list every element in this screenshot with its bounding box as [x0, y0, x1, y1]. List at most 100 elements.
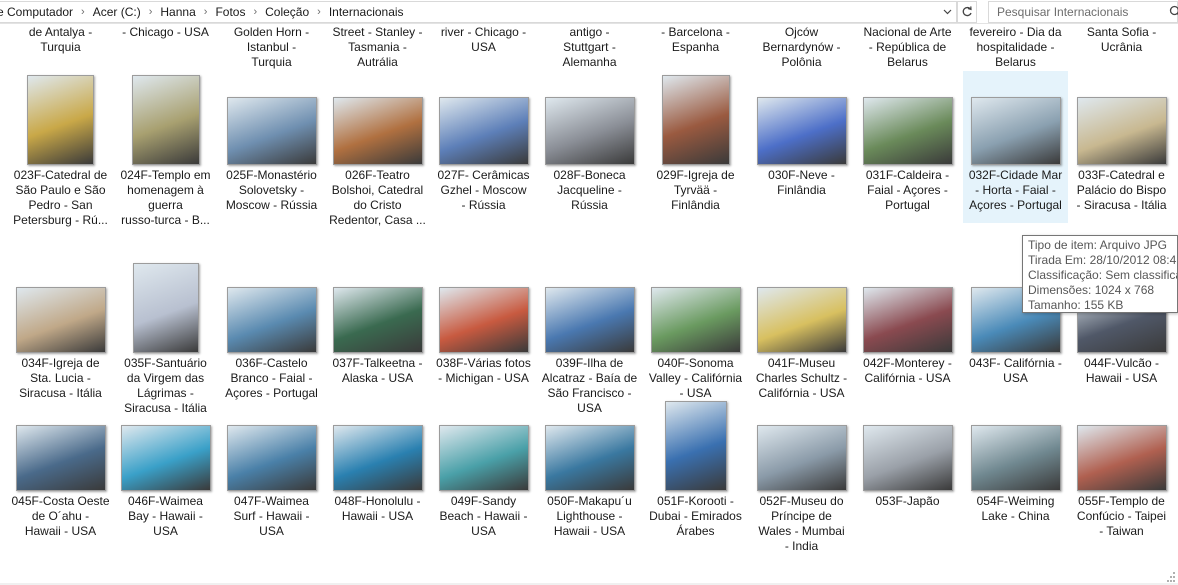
- image-thumbnail[interactable]: [226, 287, 317, 353]
- tooltip-line: Classificação: Sem classificação: [1028, 268, 1177, 282]
- image-thumbnail[interactable]: [862, 425, 953, 491]
- file-item[interactable]: 042F-Monterey - Califórnia - USA: [855, 259, 960, 385]
- file-item-caption[interactable]: river - Chicago - USA: [431, 25, 536, 55]
- image-thumbnail[interactable]: [226, 425, 317, 491]
- image-thumbnail[interactable]: [332, 287, 423, 353]
- file-item-caption[interactable]: antigo - Stuttgart - Alemanha: [537, 25, 642, 70]
- file-item[interactable]: 024F-Templo em homenagem à guerra russo-…: [113, 71, 218, 238]
- image-thumbnail[interactable]: [970, 97, 1061, 165]
- file-item[interactable]: 047F-Waimea Surf - Hawaii - USA: [219, 397, 324, 547]
- file-item-caption: 047F-Waimea Surf - Hawaii - USA: [233, 494, 310, 538]
- image-thumbnail[interactable]: [862, 97, 953, 165]
- image-thumbnail[interactable]: [438, 287, 529, 353]
- image-thumbnail[interactable]: [332, 425, 423, 491]
- image-thumbnail[interactable]: [862, 287, 953, 353]
- file-item[interactable]: 034F-Igreja de Sta. Lucia - Siracusa - I…: [8, 259, 113, 400]
- file-item[interactable]: 032F-Cidade Mar - Horta - Faial - Açores…: [963, 71, 1068, 223]
- breadcrumb-item[interactable]: Hanna: [154, 5, 201, 19]
- file-item-caption[interactable]: fevereiro - Dia da hospitalidade - Belar…: [963, 25, 1068, 70]
- image-thumbnail[interactable]: [756, 287, 847, 353]
- image-thumbnail[interactable]: [1076, 97, 1167, 165]
- image-thumbnail[interactable]: [544, 97, 635, 165]
- address-dropdown-button[interactable]: [938, 1, 957, 23]
- breadcrumb-separator-icon[interactable]: ›: [147, 6, 155, 18]
- address-bar[interactable]: e Computador › Acer (C:) › Hanna › Fotos…: [0, 1, 958, 23]
- file-item[interactable]: 033F-Catedral e Palácio do Bispo - Sirac…: [1069, 71, 1174, 223]
- image-thumbnail[interactable]: [544, 425, 635, 491]
- file-item[interactable]: 037F-Talkeetna - Alaska - USA: [325, 259, 430, 385]
- file-item[interactable]: 041F-Museu Charles Schultz - Califórnia …: [749, 259, 854, 400]
- file-item-caption[interactable]: - Barcelona - Espanha: [643, 25, 748, 55]
- breadcrumb-item[interactable]: Internacionais: [323, 5, 410, 19]
- image-thumbnail[interactable]: [664, 401, 727, 491]
- file-item[interactable]: 055F-Templo de Confúcio - Taipei - Taiwa…: [1069, 397, 1174, 547]
- search-box[interactable]: [988, 1, 1178, 23]
- image-thumbnail[interactable]: [27, 75, 94, 165]
- image-thumbnail[interactable]: [226, 97, 317, 165]
- breadcrumb-separator-icon[interactable]: ›: [79, 6, 87, 18]
- file-item[interactable]: 052F-Museu do Príncipe de Wales - Mumbai…: [749, 397, 854, 562]
- file-item[interactable]: 040F-Sonoma Valley - Califórnia - USA: [643, 259, 748, 400]
- file-item-caption: 049F-Sandy Beach - Hawaii - USA: [439, 494, 528, 538]
- file-item[interactable]: 054F-Weiming Lake - China: [963, 397, 1068, 532]
- file-item-caption[interactable]: Golden Horn - Istanbul - Turquia: [219, 25, 324, 70]
- image-thumbnail[interactable]: [438, 425, 529, 491]
- breadcrumb-item[interactable]: Acer (C:): [87, 5, 147, 19]
- file-item[interactable]: 036F-Castelo Branco - Faial - Açores - P…: [219, 259, 324, 400]
- file-item[interactable]: 051F-Korooti - Dubai - Emirados Árabes: [643, 397, 748, 547]
- breadcrumb-separator-icon[interactable]: ›: [202, 6, 210, 18]
- image-thumbnail[interactable]: [1076, 425, 1167, 491]
- breadcrumb-item[interactable]: Fotos: [209, 5, 251, 19]
- file-item[interactable]: 030F-Neve - Finlândia: [749, 71, 854, 208]
- file-item[interactable]: 026F-Teatro Bolshoi, Catedral do Cristo …: [325, 71, 430, 238]
- image-thumbnail[interactable]: [756, 425, 847, 491]
- breadcrumb-item[interactable]: e Computador: [0, 5, 79, 19]
- file-item[interactable]: 048F-Honolulu - Hawaii - USA: [325, 397, 430, 532]
- refresh-icon: [962, 6, 972, 17]
- image-thumbnail[interactable]: [756, 97, 847, 165]
- file-grid[interactable]: de Antalya - Turquia - Chicago - USA Golde…: [0, 25, 1178, 585]
- file-item-caption[interactable]: - Chicago - USA: [113, 25, 218, 40]
- image-thumbnail[interactable]: [132, 263, 199, 353]
- breadcrumb-separator-icon[interactable]: ›: [315, 6, 323, 18]
- file-item[interactable]: 050F-Makapu´u Lighthouse - Hawaii - USA: [537, 397, 642, 547]
- image-thumbnail[interactable]: [650, 287, 741, 353]
- file-item[interactable]: 027F- Cerâmicas Gzhel - Moscow - Rússia: [431, 71, 536, 223]
- file-item[interactable]: 049F-Sandy Beach - Hawaii - USA: [431, 397, 536, 547]
- file-item[interactable]: 023F-Catedral de São Paulo e São Pedro -…: [8, 71, 113, 238]
- resize-grip-icon[interactable]: [1160, 571, 1176, 583]
- file-item-caption[interactable]: Santa Sofia - Ucrânia: [1069, 25, 1174, 55]
- file-item-caption[interactable]: Street - Stanley - Tasmania - Autrália: [325, 25, 430, 70]
- refresh-button[interactable]: [958, 1, 977, 23]
- file-item[interactable]: 039F-Ilha de Alcatraz - Baía de São Fran…: [537, 259, 642, 415]
- file-item-caption[interactable]: Ojców Bernardynów - Polônia: [749, 25, 854, 70]
- image-thumbnail[interactable]: [438, 97, 529, 165]
- breadcrumb-separator-icon[interactable]: ›: [251, 6, 259, 18]
- file-item[interactable]: 031F-Caldeira - Faial - Açores - Portuga…: [855, 71, 960, 223]
- file-item-caption[interactable]: Nacional de Arte - República de Belarus: [855, 25, 960, 70]
- file-item[interactable]: 038F-Várias fotos - Michigan - USA: [431, 259, 536, 385]
- image-thumbnail[interactable]: [120, 425, 211, 491]
- file-item[interactable]: 029F-Igreja de Tyrvää - Finlândia: [643, 71, 748, 223]
- file-item[interactable]: 053F-Japão: [855, 397, 960, 517]
- file-item-caption: 029F-Igreja de Tyrvää - Finlândia: [656, 168, 735, 212]
- image-thumbnail[interactable]: [332, 97, 423, 165]
- image-thumbnail[interactable]: [661, 75, 730, 165]
- image-thumbnail[interactable]: [15, 425, 106, 491]
- file-item-caption: 036F-Castelo Branco - Faial - Açores - P…: [225, 356, 318, 400]
- image-thumbnail[interactable]: [544, 287, 635, 353]
- file-item[interactable]: 035F-Santuário da Virgem das Lágrimas - …: [113, 259, 218, 415]
- file-item[interactable]: 025F-Monastério Solovetsky - Moscow - Rú…: [219, 71, 324, 223]
- search-input[interactable]: [989, 5, 1159, 19]
- image-thumbnail[interactable]: [131, 75, 200, 165]
- search-icon[interactable]: [1169, 5, 1178, 19]
- image-thumbnail[interactable]: [970, 425, 1061, 491]
- file-item[interactable]: 046F-Waimea Bay - Hawaii - USA: [113, 397, 218, 547]
- file-item-caption: 027F- Cerâmicas Gzhel - Moscow - Rússia: [437, 168, 530, 212]
- image-thumbnail[interactable]: [15, 287, 106, 353]
- file-item[interactable]: 028F-Boneca Jacqueline - Rússia: [537, 71, 642, 223]
- file-item[interactable]: 045F-Costa Oeste de O´ahu - Hawaii - USA: [8, 397, 113, 547]
- file-item-caption: 048F-Honolulu - Hawaii - USA: [334, 494, 421, 523]
- breadcrumb-item[interactable]: Coleção: [259, 5, 315, 19]
- file-item-caption[interactable]: de Antalya - Turquia: [8, 25, 113, 55]
